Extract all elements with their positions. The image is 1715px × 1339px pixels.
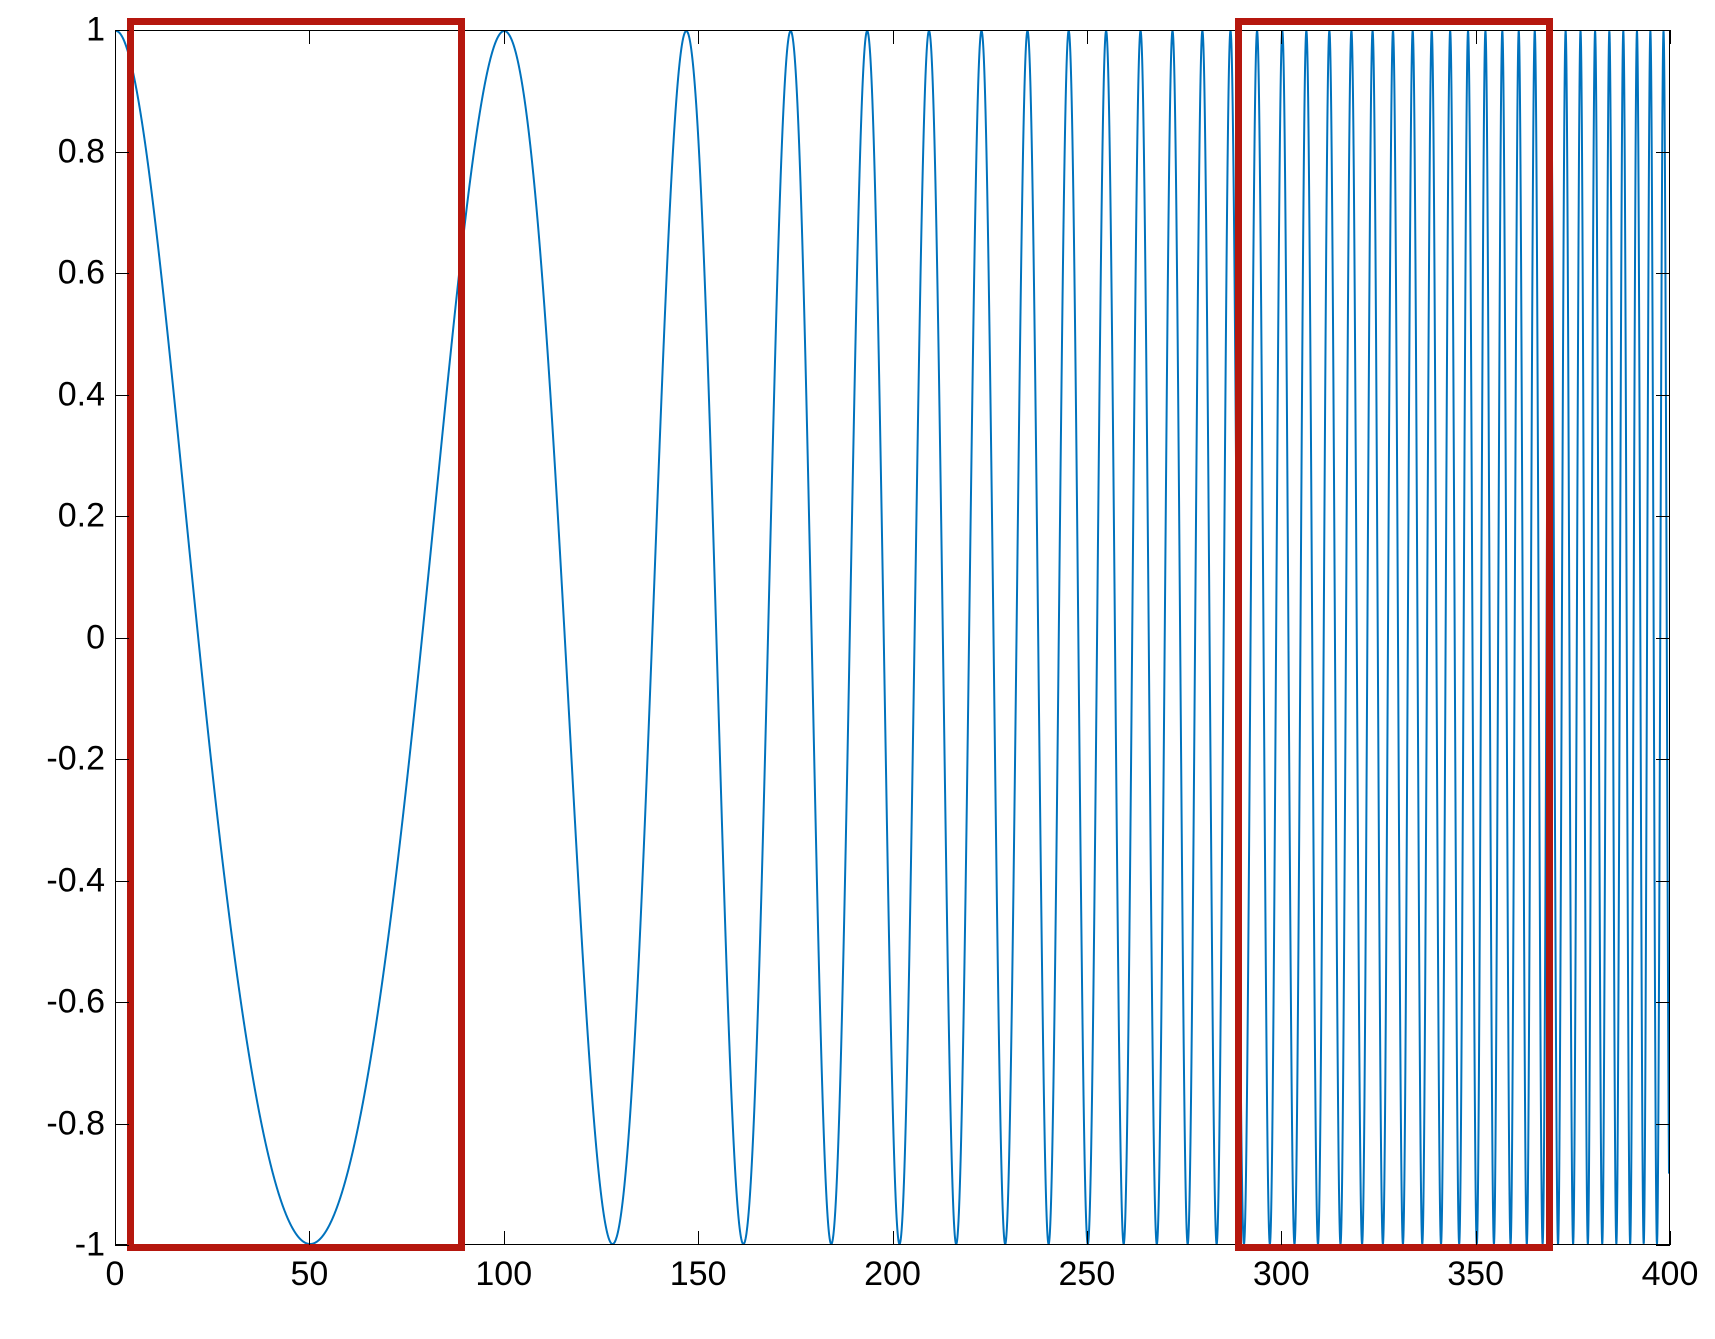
- x-tick-mark: [1476, 1231, 1477, 1245]
- x-tick-mark: [1476, 30, 1477, 44]
- y-tick-label: -0.8: [15, 1104, 105, 1143]
- x-tick-label: 100: [475, 1255, 532, 1294]
- x-tick-mark: [309, 30, 310, 44]
- x-tick-mark: [309, 1231, 310, 1245]
- y-tick-label: -0.4: [15, 861, 105, 900]
- y-tick-mark: [1656, 395, 1670, 396]
- y-tick-mark: [115, 395, 129, 396]
- y-tick-mark: [115, 1245, 129, 1246]
- y-tick-label: -1: [15, 1226, 105, 1265]
- y-tick-mark: [1656, 638, 1670, 639]
- x-tick-label: 150: [670, 1255, 727, 1294]
- y-tick-mark: [1656, 273, 1670, 274]
- y-tick-label: 0.4: [15, 375, 105, 414]
- x-tick-label: 200: [864, 1255, 921, 1294]
- y-tick-mark: [1656, 1245, 1670, 1246]
- y-tick-mark: [115, 152, 129, 153]
- y-tick-mark: [115, 881, 129, 882]
- x-tick-mark: [893, 30, 894, 44]
- y-tick-mark: [1656, 516, 1670, 517]
- y-tick-mark: [1656, 30, 1670, 31]
- x-tick-mark: [698, 1231, 699, 1245]
- x-tick-mark: [504, 1231, 505, 1245]
- x-tick-label: 350: [1447, 1255, 1504, 1294]
- x-tick-mark: [1087, 30, 1088, 44]
- y-tick-mark: [115, 516, 129, 517]
- x-tick-mark: [1670, 1231, 1671, 1245]
- x-tick-mark: [893, 1231, 894, 1245]
- y-tick-mark: [115, 1002, 129, 1003]
- y-tick-label: -0.2: [15, 740, 105, 779]
- y-tick-mark: [115, 273, 129, 274]
- chart-container: -1 -0.8 -0.6 -0.4 -0.2 0 0.2 0.4 0.6 0.8 1 0 50 100 15…: [0, 0, 1715, 1339]
- y-tick-label: 0: [15, 618, 105, 657]
- y-tick-mark: [1656, 881, 1670, 882]
- y-tick-mark: [1656, 759, 1670, 760]
- x-tick-mark: [115, 30, 116, 44]
- y-tick-label: 0.6: [15, 254, 105, 293]
- x-tick-label: 0: [106, 1255, 125, 1294]
- chirp-line: [116, 31, 1669, 1244]
- x-tick-mark: [1087, 1231, 1088, 1245]
- x-tick-mark: [1281, 30, 1282, 44]
- x-tick-label: 50: [290, 1255, 328, 1294]
- x-tick-label: 250: [1059, 1255, 1116, 1294]
- y-tick-mark: [115, 30, 129, 31]
- x-tick-label: 300: [1253, 1255, 1310, 1294]
- x-tick-mark: [698, 30, 699, 44]
- x-tick-mark: [115, 1231, 116, 1245]
- y-tick-label: 0.8: [15, 132, 105, 171]
- y-tick-mark: [115, 1124, 129, 1125]
- y-tick-mark: [115, 759, 129, 760]
- x-tick-mark: [504, 30, 505, 44]
- x-tick-mark: [1281, 1231, 1282, 1245]
- y-tick-label: -0.6: [15, 983, 105, 1022]
- y-tick-mark: [115, 638, 129, 639]
- y-tick-mark: [1656, 1002, 1670, 1003]
- y-tick-mark: [1656, 152, 1670, 153]
- y-tick-label: 0.2: [15, 497, 105, 536]
- plot-area: [115, 30, 1670, 1245]
- x-tick-label: 400: [1642, 1255, 1699, 1294]
- x-tick-mark: [1670, 30, 1671, 44]
- y-tick-mark: [1656, 1124, 1670, 1125]
- y-tick-label: 1: [15, 11, 105, 50]
